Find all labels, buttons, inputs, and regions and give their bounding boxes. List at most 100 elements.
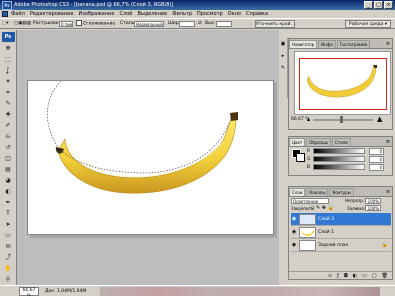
width-input[interactable]: [179, 21, 195, 27]
menu-file[interactable]: Файл: [11, 11, 25, 17]
status-doc-info[interactable]: Док: 1,04М/1,04М: [45, 289, 86, 294]
close-button[interactable]: ×: [384, 1, 393, 9]
history-brush-icon[interactable]: ↺: [2, 143, 15, 153]
window-title: Adobe Photoshop CS3 - [banana.psd @ 66,7…: [14, 2, 174, 8]
layer-mask-icon[interactable]: ◘: [344, 273, 348, 279]
slice-icon[interactable]: ✎: [2, 99, 15, 109]
layer-row-background[interactable]: ◉ Задний план 🔒: [291, 239, 391, 252]
notes-icon[interactable]: ✉: [2, 242, 15, 252]
layers-panel-menu-icon[interactable]: ≡: [386, 189, 392, 196]
tab-paths[interactable]: Контуры: [329, 188, 354, 196]
menu-view[interactable]: Просмотр: [197, 11, 223, 17]
refine-edge-button[interactable]: Уточнить край...: [255, 20, 295, 28]
tab-layers[interactable]: Слои: [289, 188, 306, 196]
menu-image[interactable]: Изображение: [78, 11, 114, 17]
zoom-in-icon[interactable]: ▲: [377, 115, 382, 123]
panel-icon-history[interactable]: ▣: [279, 38, 287, 50]
tab-channels[interactable]: Каналы: [306, 188, 329, 196]
tab-navigator[interactable]: Навигатор: [289, 40, 318, 48]
trash-icon[interactable]: 🗑: [382, 273, 388, 279]
stamp-icon[interactable]: ⎌: [2, 132, 15, 142]
menu-filter[interactable]: Фильтр: [172, 11, 192, 17]
layer-row-3[interactable]: ◉ Слой 3: [291, 213, 391, 226]
type-icon[interactable]: T: [2, 209, 15, 219]
layer-name: Слой 1: [318, 229, 334, 235]
dodge-icon[interactable]: ◐: [2, 187, 15, 197]
tab-color[interactable]: Цвет: [289, 138, 306, 146]
channel-slider[interactable]: [313, 156, 365, 162]
color-panel: Цвет Образцы Стили ≡ R 0 G 0 B 0: [288, 136, 393, 176]
tool-preset-icon[interactable]: ⬚▾: [2, 20, 9, 28]
feather-input[interactable]: 0 пикс: [59, 21, 73, 27]
color-panel-menu-icon[interactable]: ≡: [386, 139, 392, 146]
healing-icon[interactable]: ✚: [2, 110, 15, 120]
navigator-zoom-slider[interactable]: [313, 119, 373, 121]
eye-icon[interactable]: ◉: [291, 242, 297, 248]
pen-icon[interactable]: ✒: [2, 198, 15, 208]
height-input[interactable]: [216, 21, 232, 27]
eraser-icon[interactable]: ◫: [2, 154, 15, 164]
document-canvas[interactable]: [27, 75, 274, 235]
background-texture: [100, 287, 380, 296]
navigator-zoom-knob[interactable]: [340, 116, 343, 123]
shape-icon[interactable]: ▭: [2, 231, 15, 241]
antialias-checkbox[interactable]: Сглаживание: [76, 20, 115, 28]
tab-info[interactable]: Инфо: [318, 40, 336, 48]
eyedropper-icon[interactable]: ⤴: [2, 253, 15, 263]
menu-edit[interactable]: Редактирование: [30, 11, 74, 17]
layer-row-1[interactable]: ◉ Слой 1: [291, 226, 391, 239]
new-group-icon[interactable]: ▭: [362, 273, 367, 279]
channel-slider[interactable]: [313, 164, 365, 170]
gradient-icon[interactable]: ▤: [2, 165, 15, 175]
background-color-swatch[interactable]: [296, 153, 305, 162]
lasso-icon[interactable]: ʆ: [2, 66, 15, 76]
panel-icon-brushes[interactable]: ✎: [279, 62, 287, 74]
opacity-input[interactable]: 100%: [365, 198, 381, 204]
layer-style-icon[interactable]: ƒ: [337, 273, 339, 279]
panel-menu-icon[interactable]: ≡: [386, 41, 392, 48]
crop-icon[interactable]: ⌗: [2, 88, 15, 98]
channel-value[interactable]: 0: [369, 147, 384, 155]
tab-styles[interactable]: Стили: [331, 138, 351, 146]
brush-icon[interactable]: ✐: [2, 121, 15, 131]
link-layers-icon[interactable]: ∞: [328, 273, 332, 279]
menu-select[interactable]: Выделение: [137, 11, 167, 17]
selection-mode-icons[interactable]: ▢▣▤▥: [14, 20, 31, 28]
menu-window[interactable]: Окно: [228, 11, 241, 17]
zoom-icon[interactable]: ⚲: [2, 275, 15, 285]
zoom-out-icon[interactable]: ▴: [307, 116, 310, 123]
workspace-button[interactable]: Рабочая среда ▾: [345, 20, 391, 28]
minimize-button[interactable]: _: [364, 1, 373, 9]
channel-slider[interactable]: [313, 148, 365, 154]
tab-histogram[interactable]: Гистограмма: [336, 40, 371, 48]
path-select-icon[interactable]: ➤: [2, 220, 15, 230]
navigator-view-rect[interactable]: [299, 58, 387, 110]
new-layer-icon[interactable]: ▢: [372, 273, 377, 279]
magic-wand-icon[interactable]: ✶: [2, 77, 15, 87]
tab-swatches[interactable]: Образцы: [306, 138, 331, 146]
blur-icon[interactable]: ◕: [2, 176, 15, 186]
lock-icons[interactable]: ▫ ✎ ✥ 🔒: [311, 205, 334, 211]
eye-icon[interactable]: ◉: [291, 216, 297, 222]
blend-mode-select[interactable]: Осветление: [291, 198, 329, 204]
fill-input[interactable]: 100%: [365, 205, 381, 211]
collapsed-panels-strip[interactable]: ▣ ▸ ✎: [279, 38, 288, 98]
maximize-button[interactable]: □: [374, 1, 383, 9]
swap-icon[interactable]: ⇄: [198, 20, 202, 28]
navigator-thumbnail[interactable]: [294, 51, 391, 115]
status-zoom[interactable]: 66,67 %: [19, 287, 39, 296]
hand-icon[interactable]: ✋: [2, 264, 15, 274]
layer-thumbnail: [299, 226, 316, 238]
channel-value[interactable]: 0: [369, 163, 384, 171]
menu-help[interactable]: Справка: [246, 11, 268, 17]
panel-icon-actions[interactable]: ▸: [279, 50, 287, 62]
menu-layer[interactable]: Слой: [119, 11, 132, 17]
eye-icon[interactable]: ◉: [291, 229, 297, 235]
move-icon[interactable]: ✥: [2, 44, 15, 54]
toolbox: Ps ✥ ⬚ ʆ ✶ ⌗ ✎ ✚ ✐ ⎌ ↺ ◫ ▤ ◕ ◐ ✒ T ➤ ▭ ✉ ⤴ ✋ ⚲: [0, 30, 17, 296]
app-menu-icon[interactable]: [2, 11, 8, 17]
channel-value[interactable]: 0: [369, 155, 384, 163]
adjustment-layer-icon[interactable]: ◐: [353, 273, 357, 279]
style-select[interactable]: Нормальный: [134, 21, 164, 27]
marquee-icon[interactable]: ⬚: [2, 55, 15, 65]
